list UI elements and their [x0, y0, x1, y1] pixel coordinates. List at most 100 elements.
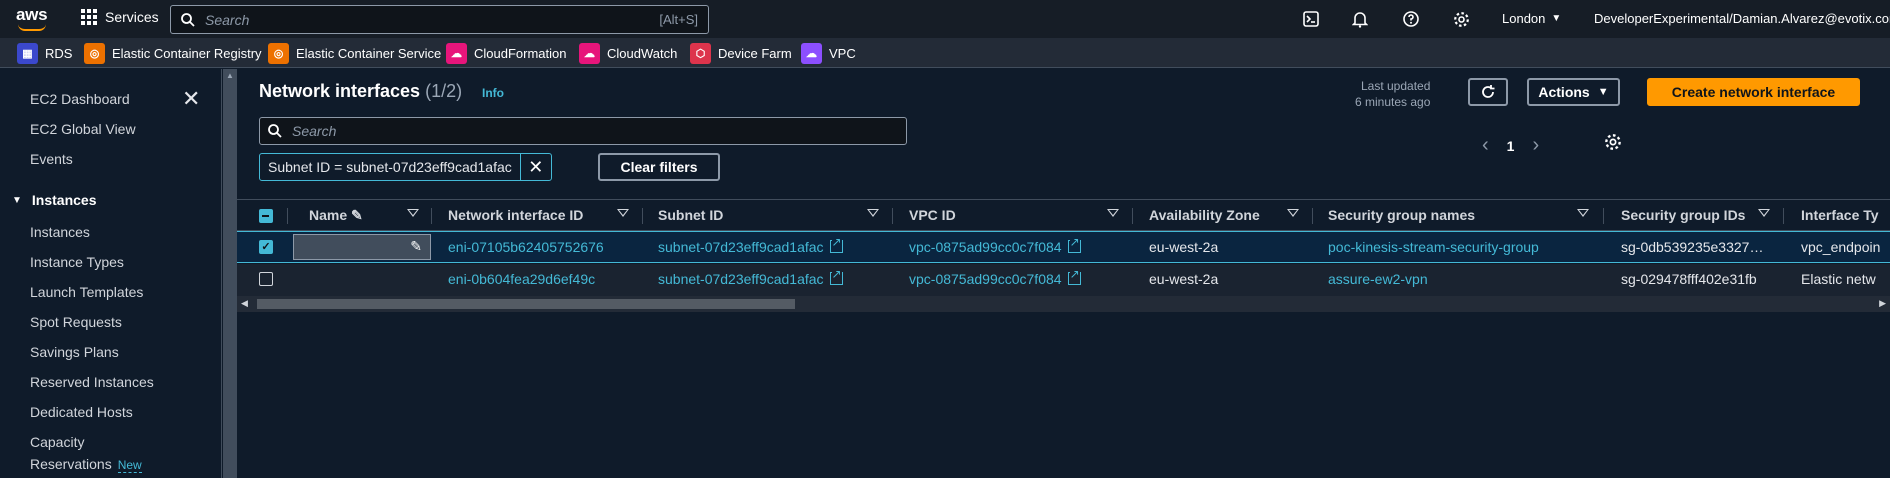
favorite-ecs[interactable]: ◎ Elastic Container Service	[268, 43, 441, 64]
global-search-input[interactable]: Search [Alt+S]	[170, 5, 709, 34]
scroll-right-icon[interactable]: ▶	[1879, 298, 1886, 309]
previous-page-icon[interactable]: ‹	[1482, 134, 1489, 157]
sidebar-section-instances[interactable]: ▼ Instances	[12, 192, 97, 208]
sidebar-item-capacity-reservations[interactable]: Capacity	[30, 434, 84, 450]
sidebar-item-ec2-dashboard[interactable]: EC2 Dashboard	[30, 91, 130, 107]
sidebar-item-savings-plans[interactable]: Savings Plans	[30, 344, 119, 360]
favorite-vpc[interactable]: ☁ VPC	[801, 43, 856, 64]
favorite-label: Elastic Container Service	[296, 46, 442, 61]
sort-icon[interactable]	[617, 209, 629, 217]
info-link[interactable]: Info	[482, 86, 504, 100]
refresh-icon	[1482, 85, 1495, 98]
current-page[interactable]: 1	[1507, 138, 1515, 154]
sidebar-item-dedicated-hosts[interactable]: Dedicated Hosts	[30, 404, 133, 420]
security-group-name-link[interactable]: poc-kinesis-stream-security-group	[1328, 239, 1539, 255]
table-horizontal-scrollbar[interactable]: ◀ ▶	[237, 296, 1890, 312]
subnet-label: subnet-07d23eff9cad1afac	[658, 271, 824, 287]
clear-filters-button[interactable]: Clear filters	[598, 153, 720, 181]
pagination: ‹ 1 ›	[1482, 134, 1539, 157]
favorite-label: Device Farm	[718, 46, 792, 61]
eni-link[interactable]: eni-0b604fea29d6ef49c	[448, 271, 595, 287]
table-row[interactable]: ✓ ✎ eni-07105b62405752676 subnet-07d23ef…	[237, 231, 1890, 263]
grid-icon	[81, 9, 97, 25]
sidebar-scrollbar[interactable]: ▲	[223, 69, 237, 478]
scrollbar-thumb[interactable]	[257, 299, 795, 309]
sidebar-item-instance-types[interactable]: Instance Types	[30, 254, 124, 270]
favorite-ecr[interactable]: ◎ Elastic Container Registry	[84, 43, 262, 64]
last-updated-time: 6 minutes ago	[1355, 95, 1431, 109]
cloudshell-icon[interactable]	[1301, 9, 1321, 29]
interface-type: Elastic netw	[1801, 271, 1876, 287]
sidebar-item-events[interactable]: Events	[30, 151, 73, 167]
subnet-link[interactable]: subnet-07d23eff9cad1afac	[658, 235, 843, 255]
services-menu-button[interactable]: Services	[81, 9, 159, 25]
favorite-rds[interactable]: ▦ RDS	[17, 43, 72, 64]
table-row[interactable]: eni-0b604fea29d6ef49c subnet-07d23eff9ca…	[237, 264, 1890, 296]
column-header-name[interactable]: Name ✎	[309, 207, 363, 224]
vpc-link[interactable]: vpc-0875ad99cc0c7f084	[909, 267, 1081, 287]
column-header-network-interface-id[interactable]: Network interface ID	[448, 207, 583, 223]
next-page-icon[interactable]: ›	[1532, 134, 1539, 157]
notifications-bell-icon[interactable]	[1350, 9, 1370, 29]
sidebar-item-instances[interactable]: Instances	[30, 224, 90, 240]
remove-filter-icon[interactable]: ✕	[521, 157, 551, 178]
vpc-link[interactable]: vpc-0875ad99cc0c7f084	[909, 235, 1081, 255]
search-icon	[181, 12, 195, 27]
favorites-bar: ▦ RDS ◎ Elastic Container Registry ◎ Ela…	[0, 38, 1890, 68]
sort-icon[interactable]	[407, 209, 419, 217]
column-header-vpc-id[interactable]: VPC ID	[909, 207, 956, 223]
favorite-cloudwatch[interactable]: ☁ CloudWatch	[579, 43, 677, 64]
sidebar-item-ec2-global-view[interactable]: EC2 Global View	[30, 121, 136, 137]
region-selector[interactable]: London ▼	[1502, 11, 1561, 26]
page-title-text: Network interfaces	[259, 81, 421, 101]
sort-icon[interactable]	[1287, 209, 1299, 217]
favorite-label: Elastic Container Registry	[112, 46, 262, 61]
sort-icon[interactable]	[1577, 209, 1589, 217]
column-header-interface-type[interactable]: Interface Ty	[1801, 207, 1879, 223]
edit-pencil-icon[interactable]: ✎	[410, 238, 422, 255]
subnet-link[interactable]: subnet-07d23eff9cad1afac	[658, 267, 843, 287]
security-group-name-link[interactable]: assure-ew2-vpn	[1328, 271, 1428, 287]
name-edit-field[interactable]: ✎	[293, 234, 431, 260]
search-placeholder: Search	[205, 11, 250, 28]
sidebar-item-reserved-instances[interactable]: Reserved Instances	[30, 374, 154, 390]
new-badge: New	[117, 458, 142, 473]
close-icon[interactable]: ✕	[182, 88, 202, 110]
row-checkbox[interactable]: ✓	[259, 240, 273, 254]
table-search-input[interactable]: Search	[259, 117, 907, 145]
scroll-up-icon[interactable]: ▲	[226, 71, 234, 80]
sidebar-item-capacity-reservations-line2[interactable]: Reservations New	[30, 456, 142, 473]
filter-chip: Subnet ID = subnet-07d23eff9cad1afac ✕	[259, 153, 552, 181]
favorite-device-farm[interactable]: ⬡ Device Farm	[690, 43, 792, 64]
favorite-label: VPC	[829, 46, 856, 61]
column-header-subnet-id[interactable]: Subnet ID	[658, 207, 723, 223]
vpc-icon: ☁	[801, 43, 822, 64]
caret-down-icon: ▼	[1551, 13, 1562, 24]
vpc-label: vpc-0875ad99cc0c7f084	[909, 271, 1062, 287]
help-icon[interactable]	[1401, 9, 1421, 29]
region-label: London	[1502, 11, 1546, 26]
sort-icon[interactable]	[1758, 209, 1770, 217]
column-header-availability-zone[interactable]: Availability Zone	[1149, 207, 1260, 223]
table-header: Name ✎ Network interface ID Subnet ID VP…	[237, 199, 1890, 231]
select-all-checkbox[interactable]	[259, 209, 273, 223]
settings-gear-icon[interactable]	[1451, 9, 1471, 29]
cloudformation-icon: ☁	[446, 43, 467, 64]
sort-icon[interactable]	[867, 209, 879, 217]
favorite-cloudformation[interactable]: ☁ CloudFormation	[446, 43, 567, 64]
create-network-interface-button[interactable]: Create network interface	[1647, 78, 1860, 106]
sidebar-item-launch-templates[interactable]: Launch Templates	[30, 284, 143, 300]
column-header-security-group-names[interactable]: Security group names	[1328, 207, 1475, 223]
actions-button[interactable]: Actions ▼	[1527, 78, 1620, 106]
refresh-button[interactable]	[1468, 78, 1508, 106]
sidebar: EC2 Dashboard ✕ EC2 Global View Events ▼…	[0, 69, 222, 478]
table-preferences-gear-icon[interactable]	[1604, 133, 1622, 157]
eni-link[interactable]: eni-07105b62405752676	[448, 239, 604, 255]
aws-logo[interactable]: aws	[16, 6, 50, 32]
account-menu[interactable]: DeveloperExperimental/Damian.Alvarez@evo…	[1594, 11, 1890, 26]
row-checkbox[interactable]	[259, 272, 273, 286]
scroll-left-icon[interactable]: ◀	[241, 298, 248, 309]
sort-icon[interactable]	[1107, 209, 1119, 217]
sidebar-item-spot-requests[interactable]: Spot Requests	[30, 314, 122, 330]
column-header-security-group-ids[interactable]: Security group IDs	[1621, 207, 1745, 223]
